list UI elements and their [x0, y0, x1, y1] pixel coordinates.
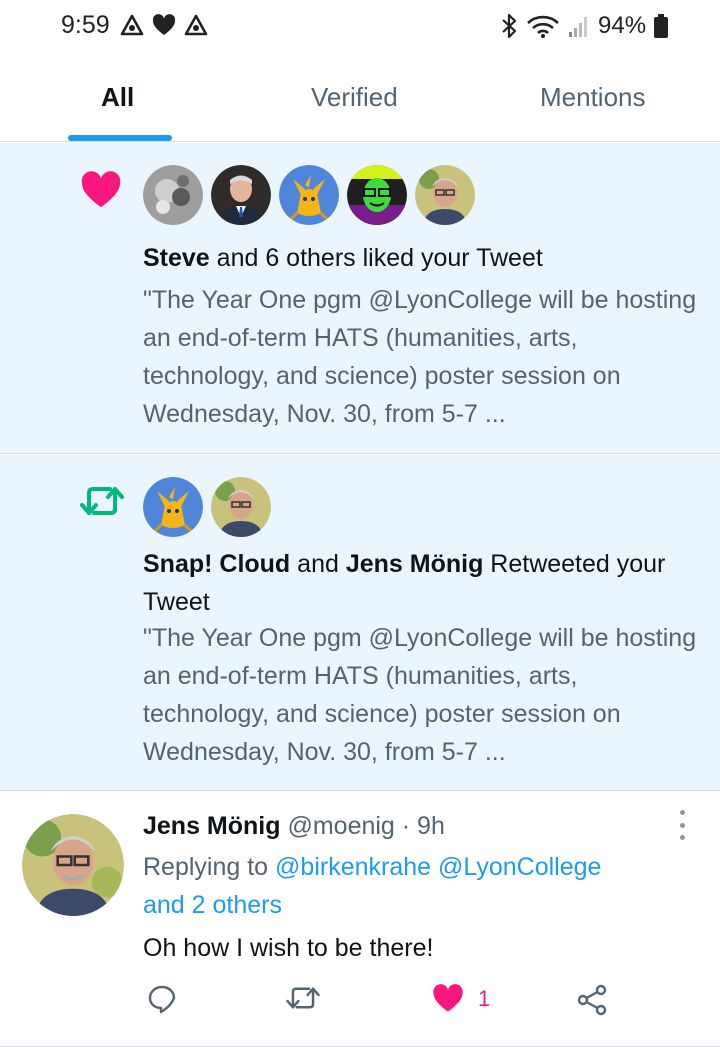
retweet-notification[interactable]: Snap! Cloud and Jens Mönig Retweeted you…	[0, 455, 720, 791]
heart-icon	[81, 171, 121, 208]
reply-tweet[interactable]: Jens Mönig @moenig · 9h Replying to @bir…	[0, 792, 720, 1047]
status-bar: 9:59 94%	[0, 0, 720, 56]
actor-name[interactable]: Steve	[143, 244, 210, 272]
app-notification-icon	[184, 14, 208, 36]
avatar[interactable]	[415, 165, 475, 225]
replying-to: Replying to @birkenkrahe @LyonCollege and…	[143, 853, 602, 919]
retweet-icon	[80, 487, 124, 515]
action-text: and 6 others liked your Tweet	[209, 244, 543, 272]
heart-icon	[152, 14, 176, 35]
like-headline: Steve and 6 others liked your Tweet	[143, 239, 703, 277]
bluetooth-icon	[502, 13, 517, 39]
like-notification[interactable]: Steve and 6 others liked your Tweet "The…	[0, 143, 720, 454]
actor-name[interactable]: Jens Mönig	[346, 550, 484, 578]
avatar[interactable]	[22, 814, 124, 916]
retweet-headline: Snap! Cloud and Jens Mönig Retweeted you…	[143, 550, 666, 616]
like-count: 1	[478, 985, 491, 1011]
tab-verified[interactable]: Verified	[311, 82, 398, 113]
tweet-snippet: "The Year One pgm @LyonCollege will be h…	[143, 624, 697, 766]
avatar[interactable]	[279, 165, 339, 225]
liker-avatars	[143, 165, 475, 225]
wifi-icon	[527, 15, 559, 38]
more-options-button[interactable]	[672, 810, 692, 840]
share-button[interactable]	[576, 984, 608, 1016]
mention-link[interactable]: @LyonCollege	[438, 853, 601, 881]
share-icon	[577, 984, 607, 1016]
active-tab-indicator	[68, 135, 172, 141]
signal-icon	[569, 17, 587, 37]
avatar[interactable]	[211, 477, 271, 537]
notifications-tabs: All Verified Mentions	[0, 64, 720, 142]
retweeter-avatars	[143, 477, 271, 537]
mention-link[interactable]: @birkenkrahe	[275, 853, 431, 881]
tweet-text: Oh how I wish to be there!	[143, 934, 434, 962]
avatar[interactable]	[211, 165, 271, 225]
avatar[interactable]	[347, 165, 407, 225]
like-button[interactable]: 1	[432, 984, 490, 1013]
retweet-icon	[286, 987, 320, 1009]
battery-percentage: 94%	[598, 12, 647, 39]
avatar[interactable]	[143, 165, 203, 225]
tab-all[interactable]: All	[101, 82, 134, 113]
author-name[interactable]: Jens Mönig	[143, 812, 281, 840]
reply-header: Jens Mönig @moenig · 9h	[143, 808, 445, 844]
tab-mentions[interactable]: Mentions	[540, 82, 646, 113]
tweet-actions: 1	[0, 984, 720, 1024]
battery-icon	[654, 14, 669, 38]
others-link[interactable]: and 2 others	[143, 891, 282, 919]
app-notification-icon	[120, 14, 144, 36]
retweet-button[interactable]	[286, 984, 320, 1012]
reply-icon	[148, 985, 176, 1014]
actor-name[interactable]: Snap! Cloud	[143, 550, 290, 578]
avatar[interactable]	[143, 477, 203, 537]
tweet-snippet: "The Year One pgm @LyonCollege will be h…	[143, 286, 697, 428]
reply-button[interactable]	[147, 984, 177, 1014]
author-handle-time: @moenig · 9h	[280, 812, 445, 840]
status-time: 9:59	[61, 11, 110, 39]
heart-icon	[433, 984, 463, 1012]
